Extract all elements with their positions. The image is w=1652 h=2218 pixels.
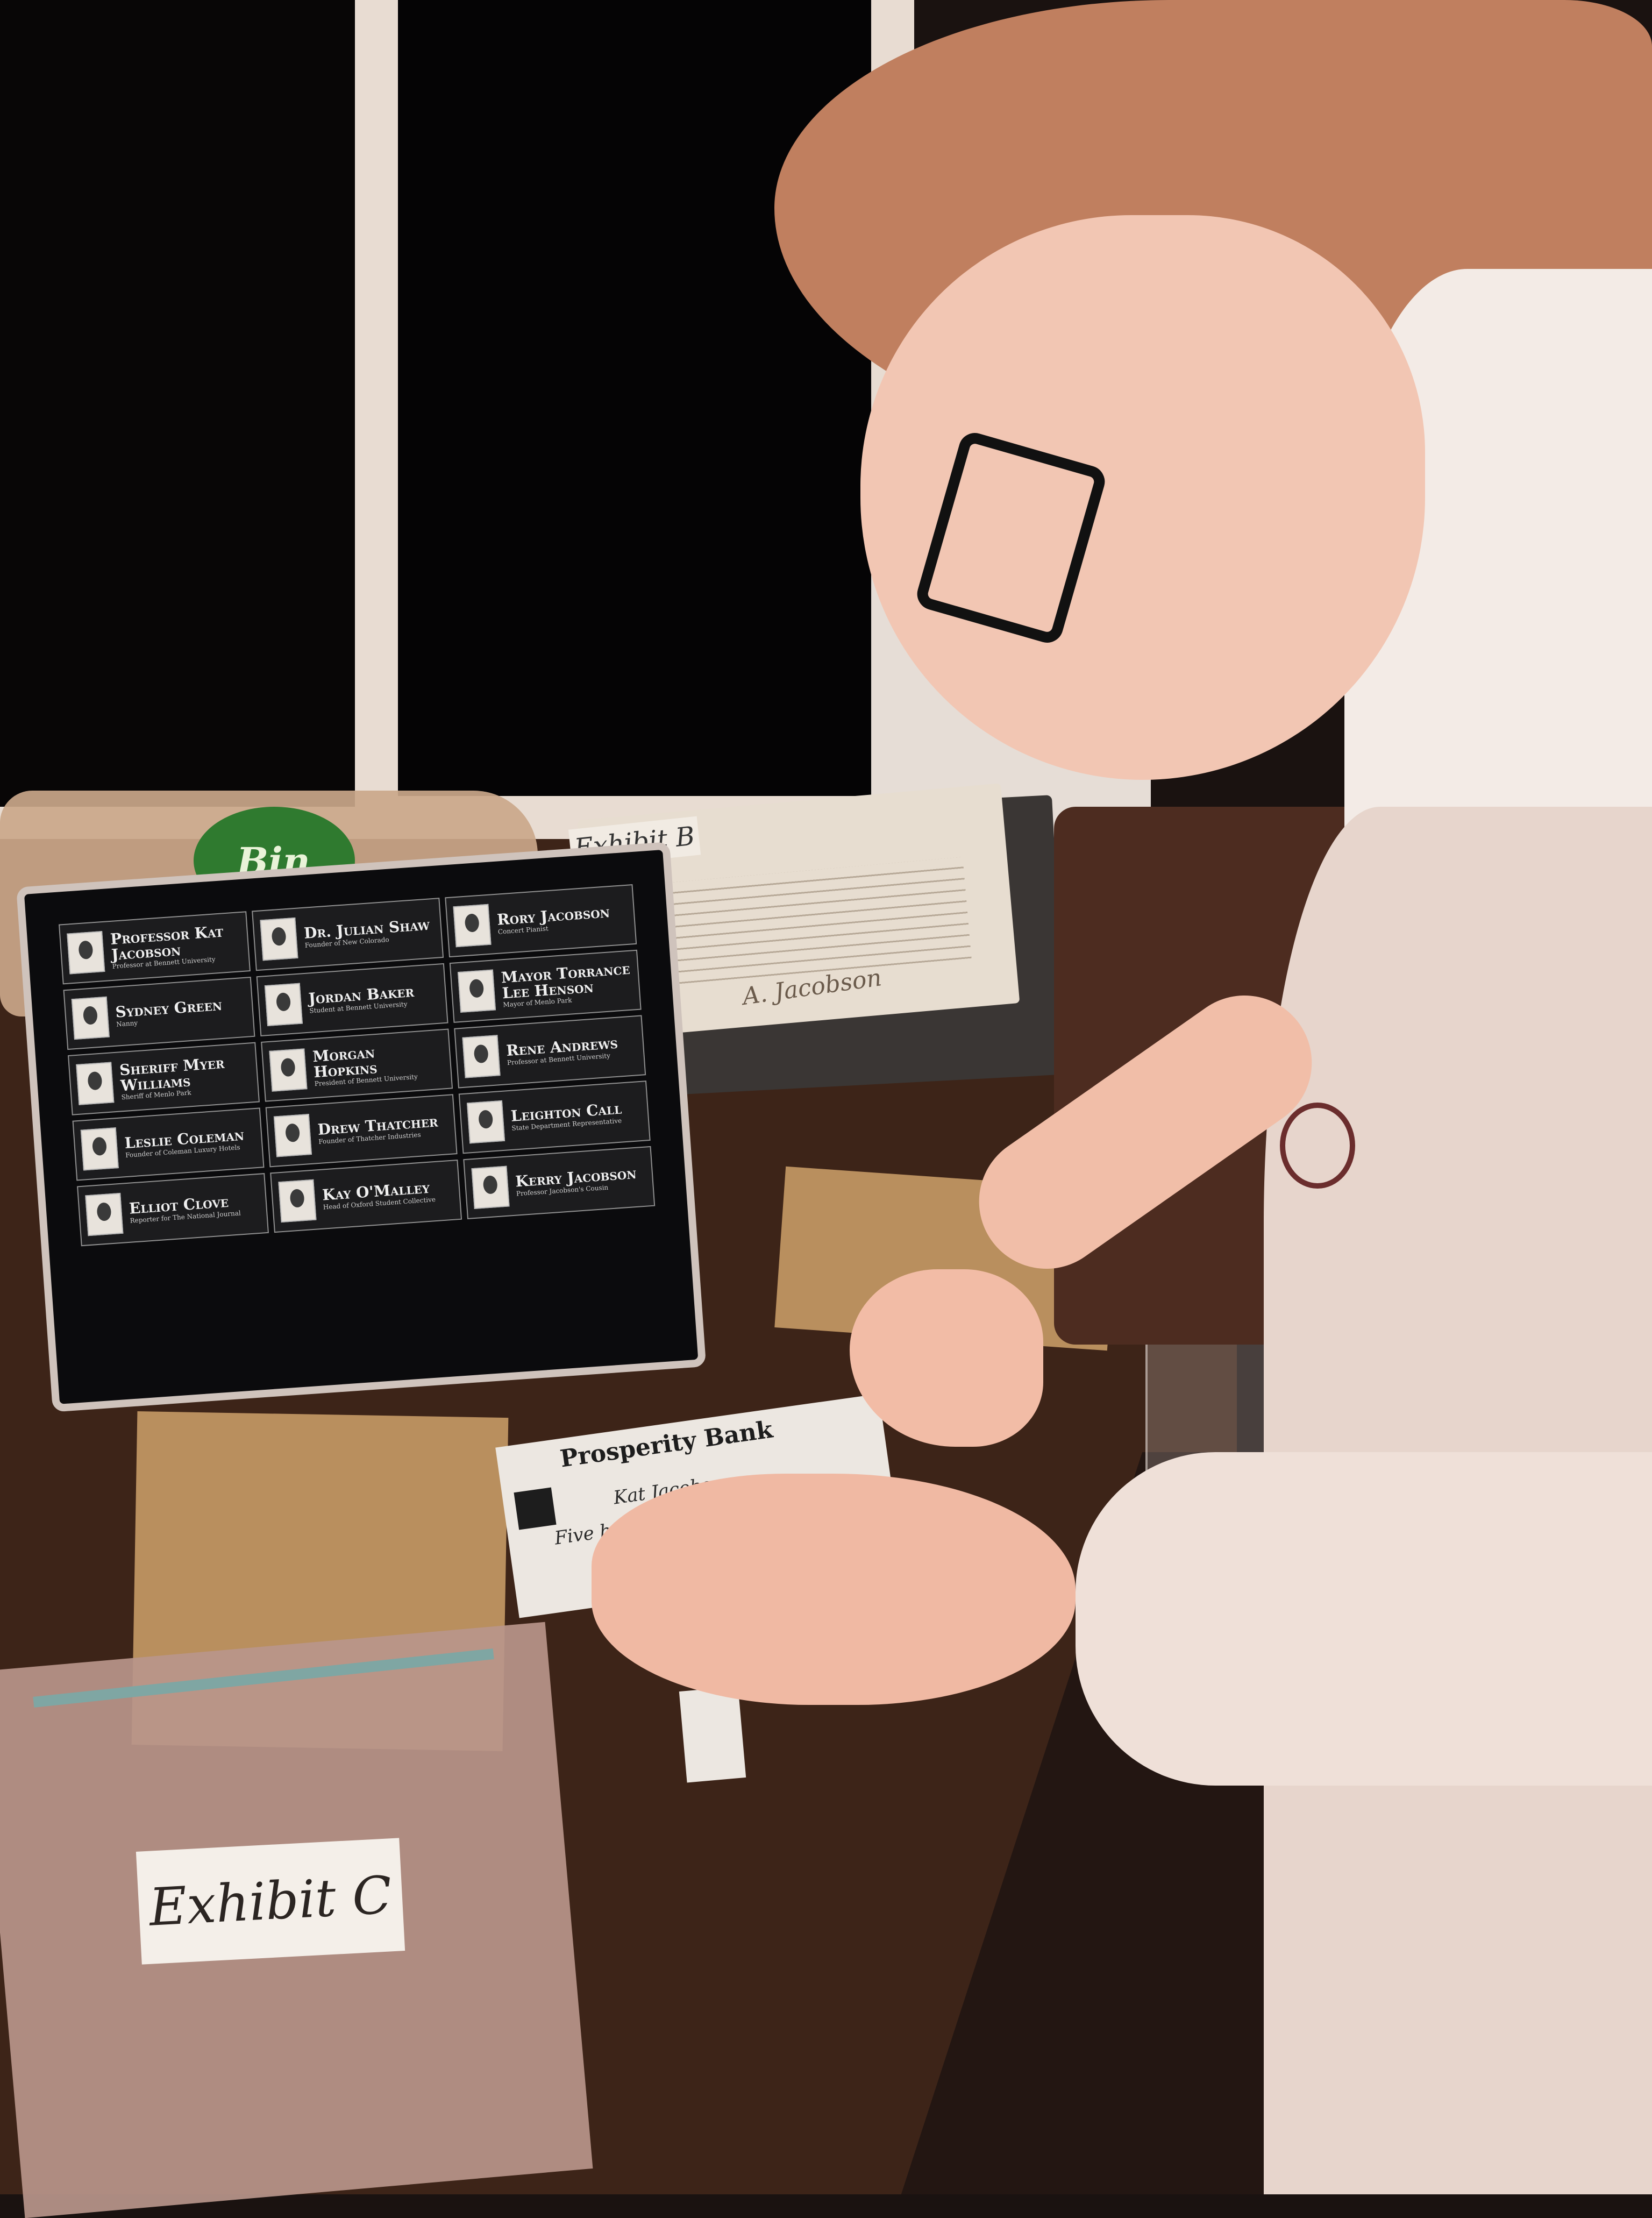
character-photo	[269, 1048, 308, 1092]
character-card[interactable]: Professor Kat Jacobson Professor at Benne…	[58, 911, 251, 985]
window-pane-left	[0, 0, 355, 807]
character-card[interactable]: Leighton Call State Department Representa…	[458, 1080, 651, 1154]
character-photo	[71, 996, 110, 1040]
window-pane-right	[398, 0, 871, 796]
character-card[interactable]: Sydney Green Nanny	[63, 976, 255, 1050]
character-card[interactable]: Rory Jacobson Concert Pianist	[445, 884, 637, 958]
bank-icon	[514, 1487, 557, 1530]
character-card[interactable]: Kerry Jacobson Professor Jacobson's Cousi…	[463, 1146, 656, 1219]
character-photo	[80, 1127, 119, 1171]
person-hand	[592, 1474, 1076, 1705]
character-photo	[260, 917, 298, 961]
character-photo	[85, 1192, 124, 1236]
character-photo	[457, 969, 496, 1013]
character-grid: Professor Kat Jacobson Professor at Benne…	[58, 884, 659, 1300]
character-card[interactable]: Jordan Baker Student at Bennett Universit…	[256, 963, 448, 1036]
character-photo	[273, 1114, 312, 1157]
character-photo	[462, 1035, 501, 1078]
exhibit-c-label: Exhibit C	[136, 1838, 405, 1965]
character-photo	[76, 1062, 115, 1105]
character-photo	[471, 1165, 510, 1210]
character-card[interactable]: Sheriff Myer Williams Sheriff of Menlo Pa…	[68, 1042, 260, 1115]
character-card[interactable]: Morgan Hopkins President of Bennett Unive…	[261, 1028, 453, 1102]
rose-tattoo	[1280, 1103, 1355, 1189]
character-card[interactable]: Leslie Coleman Founder of Coleman Luxury …	[72, 1107, 265, 1181]
character-photo	[67, 931, 105, 975]
person-arm	[1076, 1452, 1652, 1786]
paper-scrap	[679, 1686, 746, 1783]
tablet: Professor Kat Jacobson Professor at Benne…	[16, 842, 707, 1412]
character-card[interactable]: Rene Andrews Professor at Bennett Univers…	[454, 1015, 646, 1089]
character-photo	[264, 983, 303, 1027]
character-photo	[453, 904, 492, 948]
character-photo	[466, 1100, 505, 1144]
character-card[interactable]: Kay O'Malley Head of Oxford Student Colle…	[270, 1159, 462, 1233]
character-card[interactable]: Mayor Torrance Lee Henson Mayor of Menlo …	[449, 949, 642, 1023]
character-photo	[278, 1179, 317, 1223]
character-card[interactable]: Drew Thatcher Founder of Thatcher Industr…	[265, 1094, 458, 1168]
character-card[interactable]: Elliot Clove Reporter for The National Jo…	[77, 1173, 269, 1247]
character-card[interactable]: Dr. Julian Shaw Founder of New Colorado	[252, 898, 444, 971]
